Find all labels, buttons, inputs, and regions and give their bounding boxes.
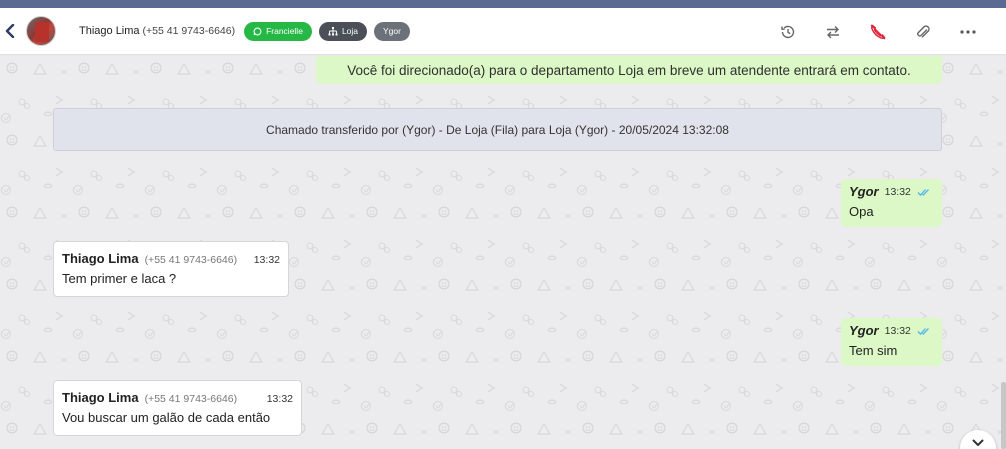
end-call-button[interactable] [855, 8, 900, 55]
message-time: 13:32 [266, 393, 293, 405]
message-sender-phone: (+55 41 9743-6646) [144, 254, 238, 266]
more-options-button[interactable] [945, 8, 990, 55]
message-time: 13:32 [884, 324, 911, 337]
message-time: 13:32 [884, 185, 911, 198]
tag-department[interactable]: Loja [318, 21, 368, 41]
tag-label: Ygor [383, 26, 401, 36]
tag-label: Loja [341, 26, 359, 36]
chat-header: Thiago Lima (+55 41 9743-6646) Franciell… [0, 8, 1006, 55]
window-top-bar [0, 0, 1006, 8]
incoming-message[interactable]: Thiago Lima (+55 41 9743-6646) 13:32 Vou… [53, 380, 302, 436]
message-sender: Thiago Lima [62, 251, 139, 266]
more-icon [959, 29, 976, 34]
message-sender: Ygor [849, 184, 879, 199]
header-actions [765, 8, 990, 55]
transfer-notice: Chamado transferido por (Ygor) - De Loja… [53, 108, 942, 151]
system-message-text: Você foi direcionado(a) para o departame… [347, 62, 911, 78]
message-text: Vou buscar um galão de cada então [62, 410, 271, 425]
double-check-read-icon [917, 188, 931, 196]
history-icon [780, 25, 794, 38]
whatsapp-icon [253, 27, 262, 36]
message-sender-phone: (+55 41 9743-6646) [144, 393, 238, 405]
chevron-left-icon [5, 24, 15, 38]
contact-avatar[interactable] [26, 16, 56, 46]
attach-button[interactable] [900, 8, 945, 55]
outgoing-message[interactable]: Ygor 13:32 Opa [841, 179, 942, 227]
incoming-message[interactable]: Thiago Lima (+55 41 9743-6646) 13:32 Tem… [53, 241, 289, 297]
message-sender: Thiago Lima [62, 390, 139, 405]
tag-agent[interactable]: Ygor [374, 21, 410, 41]
message-time: 13:32 [253, 254, 280, 266]
double-check-read-icon [917, 327, 931, 335]
chat-area: Você foi direcionado(a) para o departame… [0, 56, 1006, 449]
message-text: Opa [849, 204, 874, 219]
message-text: Tem sim [849, 343, 898, 358]
tag-connection[interactable]: Francielle [244, 21, 312, 41]
message-sender: Ygor [849, 323, 879, 338]
contact-name: Thiago Lima [79, 25, 140, 37]
message-text: Tem primer e laca ? [62, 271, 177, 286]
chat-scrollbar[interactable] [1001, 382, 1006, 449]
history-button[interactable] [765, 8, 810, 55]
transfer-icon [826, 25, 839, 38]
transfer-button[interactable] [810, 8, 855, 55]
tag-label: Francielle [266, 26, 303, 36]
hangup-phone-icon [870, 24, 885, 39]
chevron-down-icon [972, 439, 984, 446]
sitemap-icon [328, 26, 338, 36]
back-button[interactable] [0, 8, 20, 55]
paperclip-icon [916, 24, 930, 38]
outgoing-message[interactable]: Ygor 13:32 Tem sim [841, 318, 942, 366]
transfer-notice-text: Chamado transferido por (Ygor) - De Loja… [266, 122, 729, 137]
system-message: Você foi direcionado(a) para o departame… [316, 56, 942, 84]
contact-phone: (+55 41 9743-6646) [142, 25, 236, 37]
